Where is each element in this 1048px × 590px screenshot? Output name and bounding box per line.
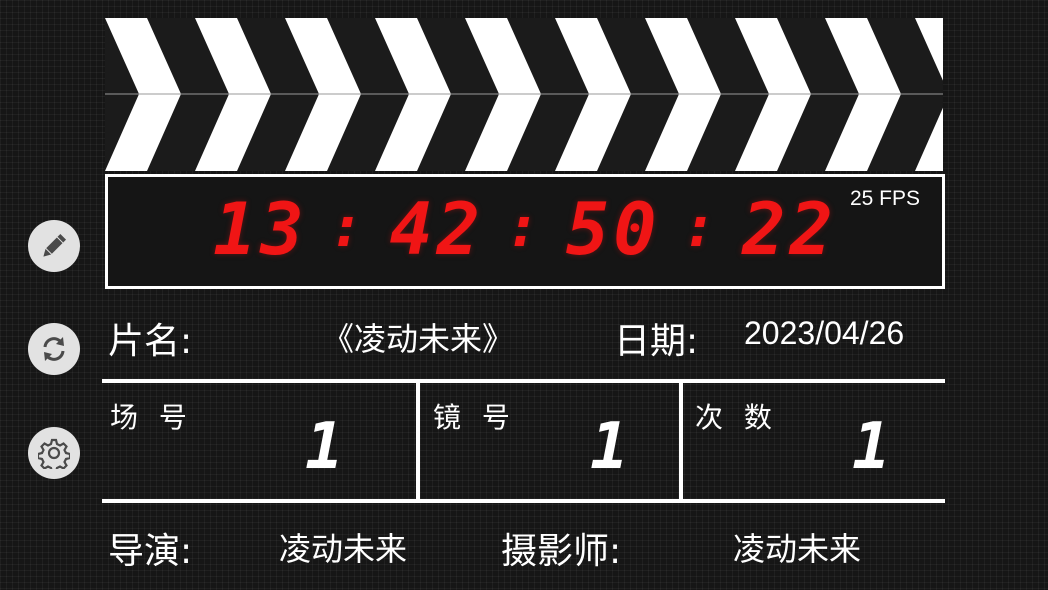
refresh-icon <box>43 337 65 361</box>
timecode-seconds: 50 <box>565 187 661 271</box>
clapper-stick <box>105 18 943 171</box>
grid-divider <box>679 381 683 501</box>
date-label: 日期: <box>614 321 699 362</box>
camera-label: 摄影师: <box>501 531 622 572</box>
timecode-separator: : <box>329 195 368 260</box>
sync-button[interactable] <box>28 323 80 375</box>
scene-label: 场 号 <box>110 401 193 434</box>
timecode-display: 13:42:50:22 25 FPS <box>105 174 945 289</box>
director-label: 导演: <box>108 531 193 572</box>
timecode-minutes: 42 <box>389 187 485 271</box>
timecode-hours: 13 <box>213 187 308 271</box>
grid-divider <box>416 381 420 501</box>
title-label: 片名: <box>108 321 193 362</box>
scene-value[interactable]: 1 <box>305 410 344 484</box>
edit-button[interactable] <box>28 220 80 272</box>
clapper-chevrons <box>105 18 943 171</box>
take-label: 次 数 <box>695 401 778 434</box>
title-value[interactable]: 《凌动未来》 <box>322 314 514 360</box>
grid-top-line <box>102 379 945 383</box>
camera-value[interactable]: 凌动未来 <box>733 524 861 570</box>
timecode-readout: 13:42:50:22 <box>108 187 942 271</box>
gear-icon <box>38 438 70 469</box>
timecode-separator: : <box>506 195 544 260</box>
pencil-icon <box>43 233 67 257</box>
take-value[interactable]: 1 <box>852 410 891 484</box>
shot-label: 镜 号 <box>433 401 516 434</box>
timecode-frames: 22 <box>742 187 837 271</box>
settings-button[interactable] <box>28 427 80 479</box>
director-value[interactable]: 凌动未来 <box>279 524 407 570</box>
timecode-separator: : <box>682 195 721 260</box>
shot-value[interactable]: 1 <box>590 410 629 484</box>
grid-bottom-line <box>102 499 945 503</box>
fps-label: 25 FPS <box>849 187 920 210</box>
date-value[interactable]: 2023/04/26 <box>744 315 904 352</box>
